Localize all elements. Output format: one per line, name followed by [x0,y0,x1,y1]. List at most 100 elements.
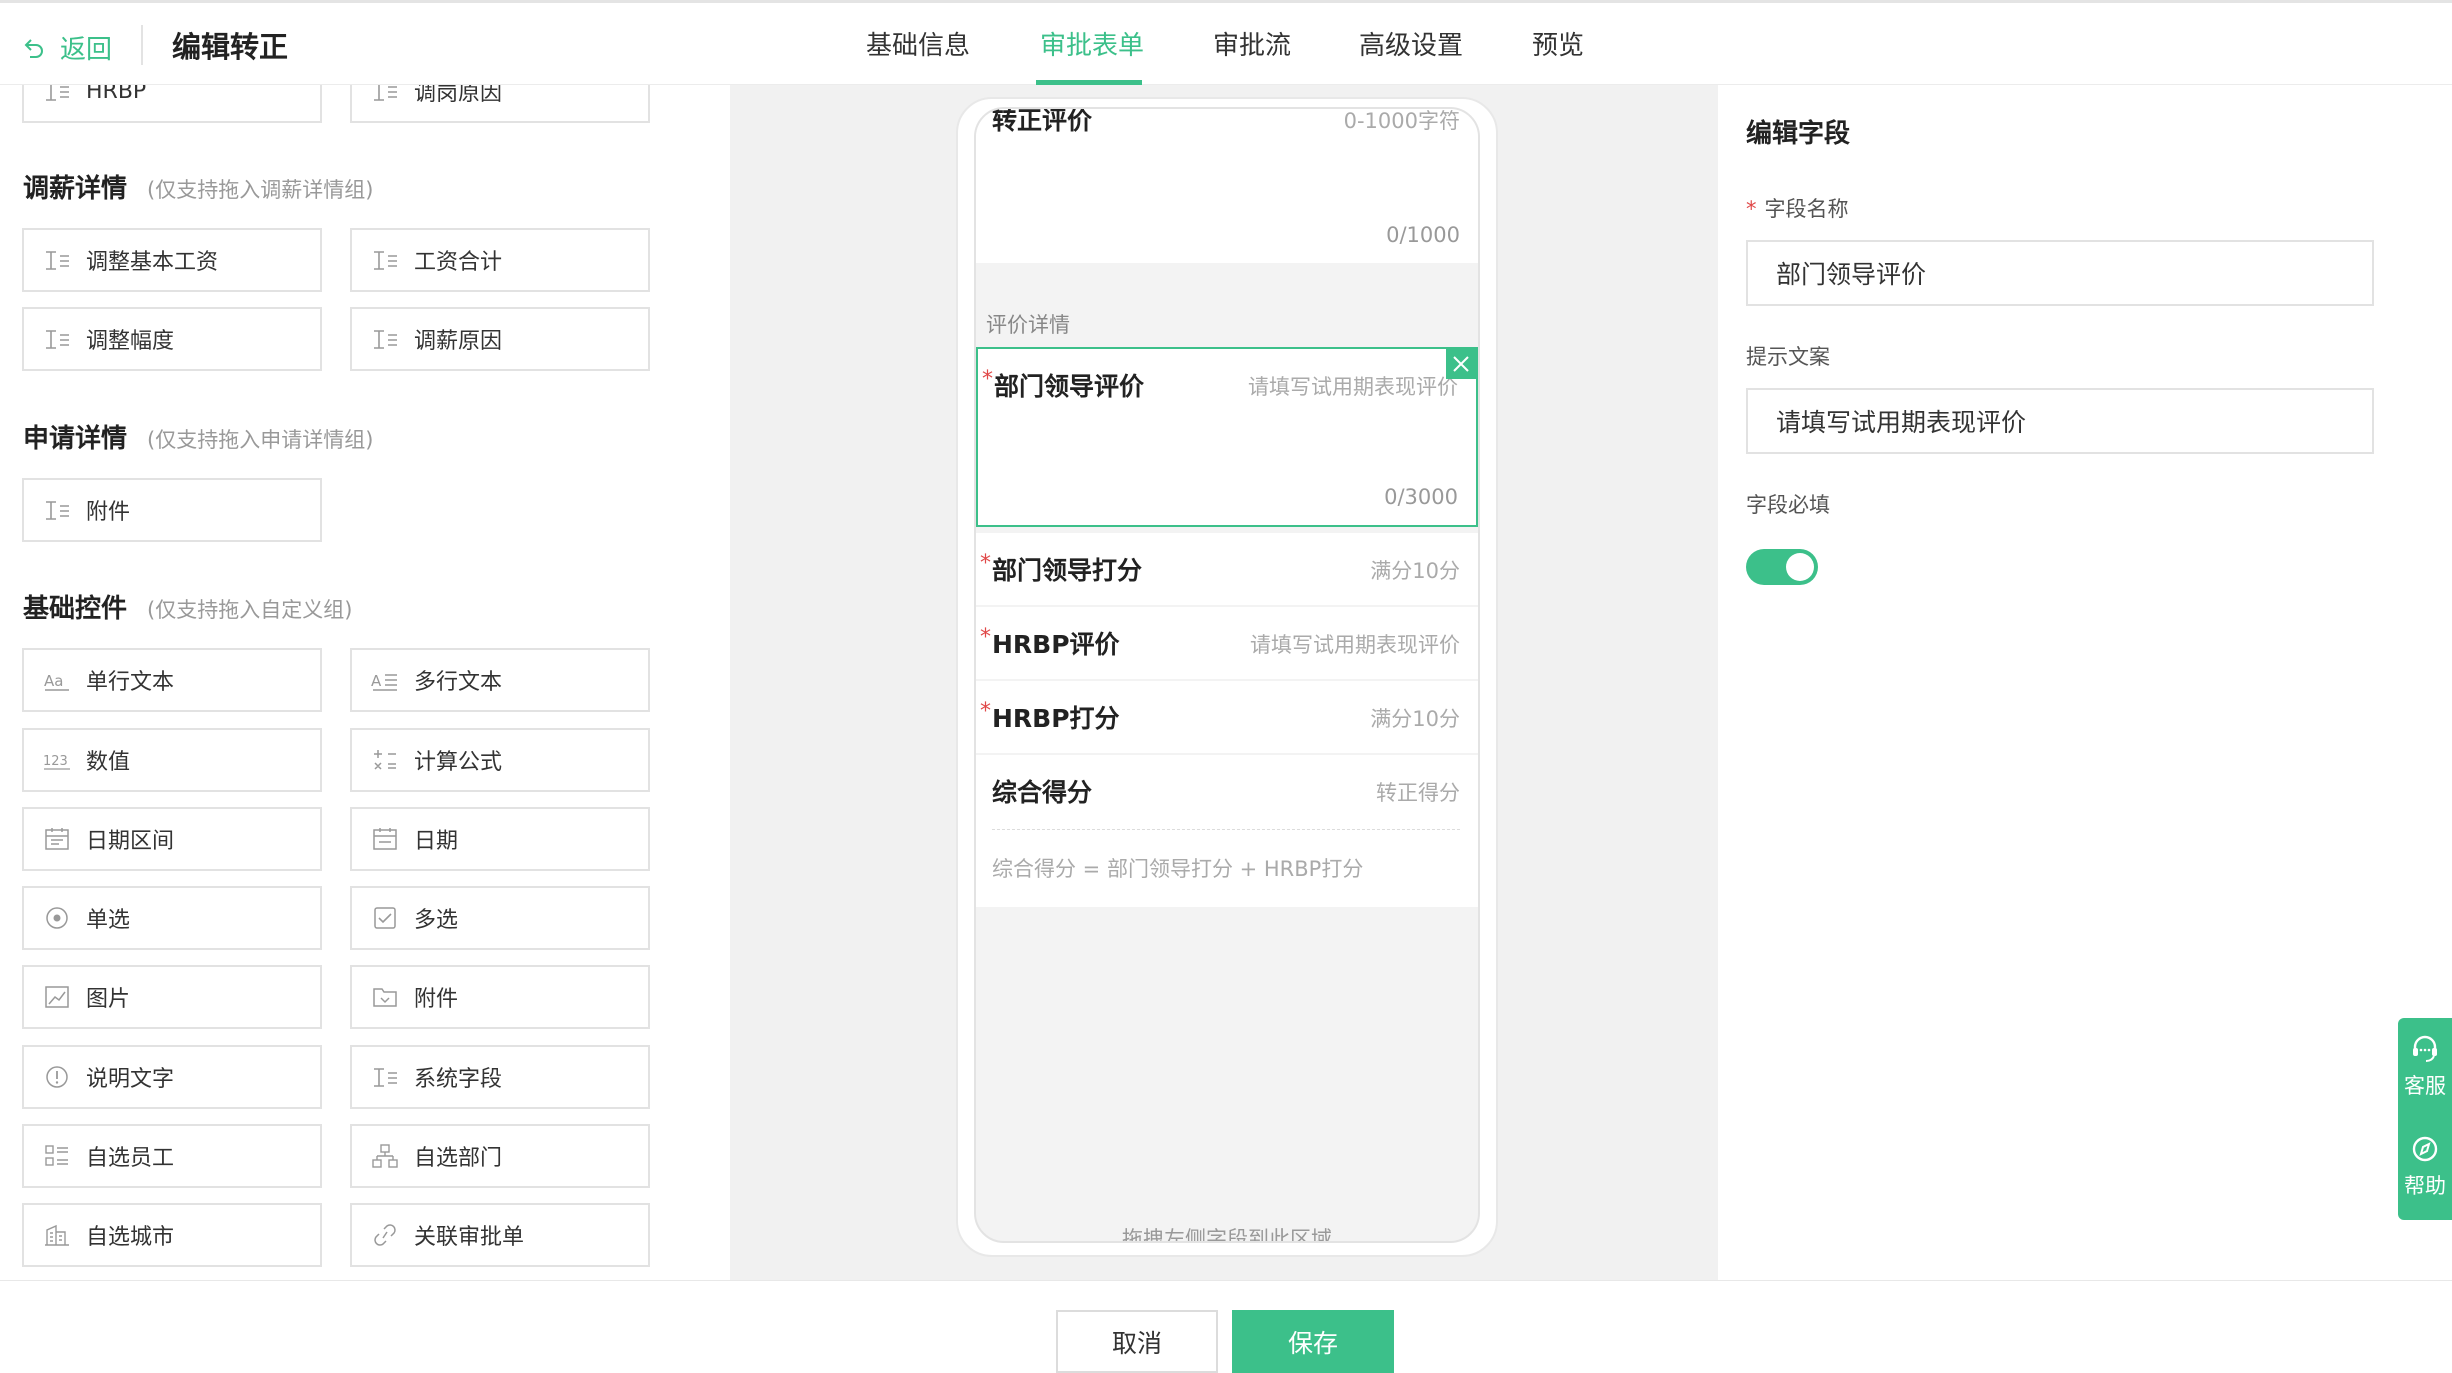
control-label: 自选城市 [86,1225,175,1250]
control-formula[interactable]: 计算公式 [350,728,650,792]
tab-approval-form[interactable]: 审批表单 [1040,27,1144,65]
control-label: 计算公式 [414,750,503,775]
control-item[interactable]: 附件 [22,478,322,542]
text-field-icon [42,326,72,352]
toggle-knob [1786,553,1814,581]
customer-service-button[interactable]: 客服 [2398,1032,2452,1100]
control-label: 附件 [414,987,459,1012]
control-select-department[interactable]: 自选部门 [350,1124,650,1188]
control-date[interactable]: 日期 [350,807,650,871]
control-label: 单选 [86,908,131,933]
required-asterisk: * [982,367,993,392]
form-field-confirm-evaluation[interactable]: 转正评价 0-1000字符 0/1000 [976,107,1478,263]
control-label: 调岗原因 [414,85,503,106]
editor-title: 编辑字段 [1746,119,1851,149]
svg-text:123: 123 [43,754,68,769]
control-label: 自选员工 [86,1146,175,1171]
checkbox-icon [370,905,400,931]
remove-field-button[interactable] [1446,349,1476,379]
control-item[interactable]: 调整基本工资 [22,228,322,292]
control-select-employee[interactable]: 自选员工 [22,1124,322,1188]
text-field-icon [42,497,72,523]
control-label: 工资合计 [414,250,503,275]
single-line-text-icon: Aa [42,667,72,693]
control-item[interactable]: HRBP [22,85,322,123]
field-char-count: 0/3000 [1384,485,1458,509]
control-label: 关联审批单 [414,1225,525,1250]
top-header: 返回 编辑转正 基础信息 审批表单 审批流 高级设置 预览 [0,0,2452,85]
control-label: 调整幅度 [86,329,175,354]
tab-advanced-settings[interactable]: 高级设置 [1359,27,1463,65]
tab-approval-flow[interactable]: 审批流 [1213,27,1291,65]
control-attachment[interactable]: 附件 [350,965,650,1029]
back-button[interactable]: 返回 [22,27,112,67]
form-field-hrbp-score[interactable]: * HRBP打分 满分10分 [976,681,1478,753]
section-title-salary: 调薪详情 (仅支持拖入调薪详情组) [23,174,374,204]
control-image[interactable]: 图片 [22,965,322,1029]
number-icon: 123 [42,747,72,773]
field-label: HRBP评价 [992,630,1120,659]
field-label: 部门领导打分 [992,556,1143,585]
svg-text:Aa: Aa [44,672,63,690]
field-editor-panel: 编辑字段 * 字段名称 部门领导评价 提示文案 请填写试用期表现评价 字段必填 [1718,85,2452,1280]
control-single-line-text[interactable]: Aa 单行文本 [22,648,322,712]
control-description[interactable]: 说明文字 [22,1045,322,1109]
form-field-hrbp-evaluation[interactable]: * HRBP评价 请填写试用期表现评价 [976,607,1478,679]
save-button[interactable]: 保存 [1232,1310,1394,1373]
form-field-dept-leader-evaluation[interactable]: * 部门领导评价 请填写试用期表现评价 0/3000 [976,347,1478,527]
control-system-field[interactable]: 系统字段 [350,1045,650,1109]
phone-screen: 转正评价 0-1000字符 0/1000 评价详情 * 部门领导评价 请填写试用… [974,107,1480,1243]
field-placeholder: 0-1000字符 [1343,109,1460,133]
field-label: 转正评价 [992,107,1093,135]
field-placeholder: 请填写试用期表现评价 [1250,633,1460,657]
field-name-input[interactable]: 部门领导评价 [1746,240,2374,306]
cancel-button[interactable]: 取消 [1056,1310,1218,1373]
required-toggle[interactable] [1746,549,1818,585]
text-field-icon [370,85,400,104]
control-item[interactable]: 调岗原因 [350,85,650,123]
tip-text-label: 提示文案 [1746,345,1830,369]
control-select-city[interactable]: 自选城市 [22,1203,322,1267]
required-asterisk: * [1746,197,1757,221]
folder-icon [370,984,400,1010]
org-chart-icon [370,1143,400,1169]
control-single-choice[interactable]: 单选 [22,886,322,950]
tip-text-input[interactable]: 请填写试用期表现评价 [1746,388,2374,454]
form-field-overall-score[interactable]: 综合得分 转正得分 综合得分 = 部门领导打分 + HRBP打分 [976,755,1478,907]
form-field-dept-leader-score[interactable]: * 部门领导打分 满分10分 [976,533,1478,605]
control-label: 调薪原因 [414,329,503,354]
control-item[interactable]: 调整幅度 [22,307,322,371]
info-icon [42,1064,72,1090]
control-multi-line-text[interactable]: A 多行文本 [350,648,650,712]
control-item[interactable]: 工资合计 [350,228,650,292]
close-icon [1453,356,1469,372]
headset-icon [2413,1035,2437,1062]
control-item[interactable]: 调薪原因 [350,307,650,371]
image-icon [42,984,72,1010]
control-label: HRBP [86,85,147,104]
link-icon [370,1222,400,1248]
section-title-basic-controls: 基础控件 (仅支持拖入自定义组) [23,594,353,624]
control-number[interactable]: 123 数值 [22,728,322,792]
compass-icon [2412,1136,2438,1162]
control-date-range[interactable]: 日期区间 [22,807,322,871]
drop-area-hint: 拖拽左侧字段到此区域 [1122,1227,1332,1243]
tab-preview[interactable]: 预览 [1532,27,1584,65]
svg-text:A: A [371,672,382,690]
field-placeholder: 满分10分 [1370,559,1460,583]
text-field-icon [42,85,72,104]
text-field-icon [370,247,400,273]
employee-list-icon [42,1143,72,1169]
control-label: 附件 [86,500,131,525]
page-title: 编辑转正 [172,30,289,64]
field-divider [992,829,1460,830]
control-linked-approval[interactable]: 关联审批单 [350,1203,650,1267]
tab-basic-info[interactable]: 基础信息 [866,27,970,65]
phone-frame: 转正评价 0-1000字符 0/1000 评价详情 * 部门领导评价 请填写试用… [956,97,1498,1257]
help-button[interactable]: 帮助 [2398,1132,2452,1200]
control-multi-choice[interactable]: 多选 [350,886,650,950]
required-asterisk: * [980,625,991,650]
service-label: 客服 [2404,1074,2446,1098]
field-placeholder: 满分10分 [1370,707,1460,731]
radio-icon [42,905,72,931]
